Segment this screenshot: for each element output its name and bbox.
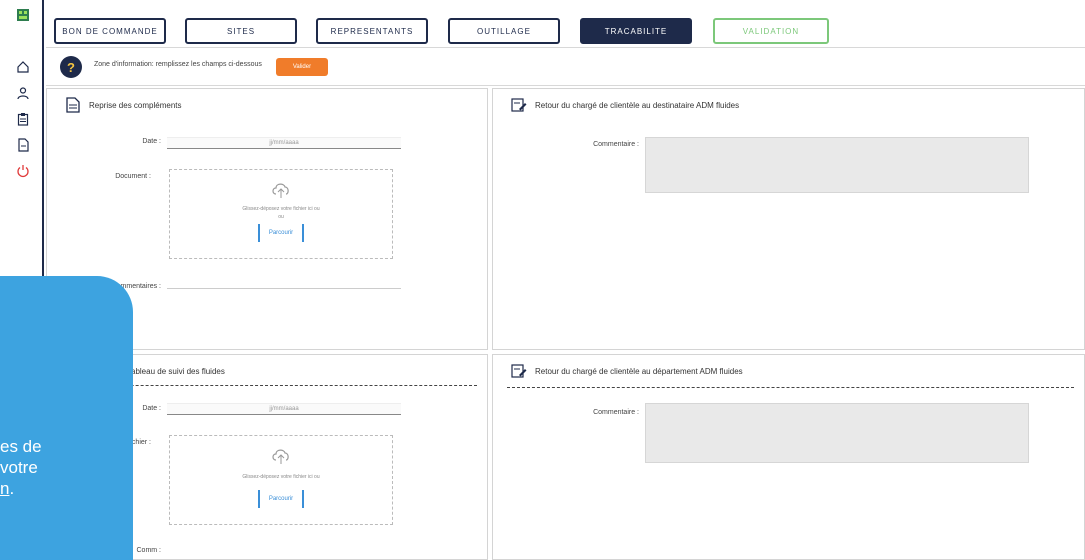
tab-bar: BON DE COMMANDE SITES REPRESENTANTS OUTI… [46, 0, 1085, 48]
info-action-button[interactable]: Valider [276, 58, 328, 76]
browse-button[interactable]: Parcourir [258, 224, 304, 242]
home-icon[interactable] [16, 60, 30, 74]
comment-textarea[interactable] [645, 137, 1029, 193]
tab-representants[interactable]: REPRESENTANTS [316, 18, 428, 44]
comment-input[interactable] [167, 277, 401, 289]
upload-cloud-icon [272, 449, 289, 464]
tab-outillage[interactable]: OUTILLAGE [448, 18, 560, 44]
browse-button[interactable]: Parcourir [258, 490, 304, 508]
info-text: Zone d'information: remplissez les champ… [94, 61, 262, 68]
file-dropzone[interactable]: Glissez-déposez votre fichier ici ou Par… [169, 435, 393, 525]
comment-label: Commentaire : [593, 141, 639, 148]
panel-retour-departement: Retour du chargé de clientèle au départe… [492, 354, 1085, 560]
info-bar: ? Zone d'information: remplissez les cha… [46, 50, 1085, 86]
popup-text: es de votre n. [0, 437, 42, 498]
panel-title: Retour du chargé de clientèle au destina… [511, 97, 739, 113]
edit-document-icon [511, 364, 527, 378]
title-divider [507, 387, 1074, 388]
document-icon[interactable] [16, 138, 30, 152]
file-dropzone[interactable]: Glissez-déposez votre fichier ici ou ou … [169, 169, 393, 259]
date-input[interactable]: jj/mm/aaaa [167, 403, 401, 415]
help-icon[interactable]: ? [60, 56, 82, 78]
edit-document-icon [511, 98, 527, 112]
comment-textarea[interactable] [645, 403, 1029, 463]
logo-icon[interactable] [16, 8, 30, 22]
document-label: Document : [115, 173, 151, 180]
tab-bon-de-commande[interactable]: BON DE COMMANDE [54, 18, 166, 44]
panel-title: Tableau de suivi des fluides [127, 367, 225, 376]
panel-retour-adm: Retour du chargé de clientèle au destina… [492, 88, 1085, 350]
panel-title: Retour du chargé de clientèle au départe… [511, 363, 743, 379]
power-icon[interactable] [16, 164, 30, 178]
tab-tracabilite[interactable]: TRACABILITE [580, 18, 692, 44]
dropzone-or: ou [278, 214, 284, 220]
user-icon[interactable] [16, 86, 30, 100]
dropzone-text: Glissez-déposez votre fichier ici ou [242, 206, 320, 212]
upload-cloud-icon [272, 183, 289, 198]
date-input[interactable]: jj/mm/aaaa [167, 137, 401, 149]
tab-validation[interactable]: VALIDATION [713, 18, 829, 44]
clipboard-icon[interactable] [16, 112, 30, 126]
panel-title: Reprise des compléments [65, 97, 181, 113]
document-icon [66, 97, 80, 113]
comment-label: Commentaire : [593, 409, 639, 416]
dropzone-text: Glissez-déposez votre fichier ici ou [242, 474, 320, 480]
tab-sites[interactable]: SITES [185, 18, 297, 44]
help-popup: es de votre n. [0, 276, 133, 560]
date-label: Date : [142, 138, 161, 145]
